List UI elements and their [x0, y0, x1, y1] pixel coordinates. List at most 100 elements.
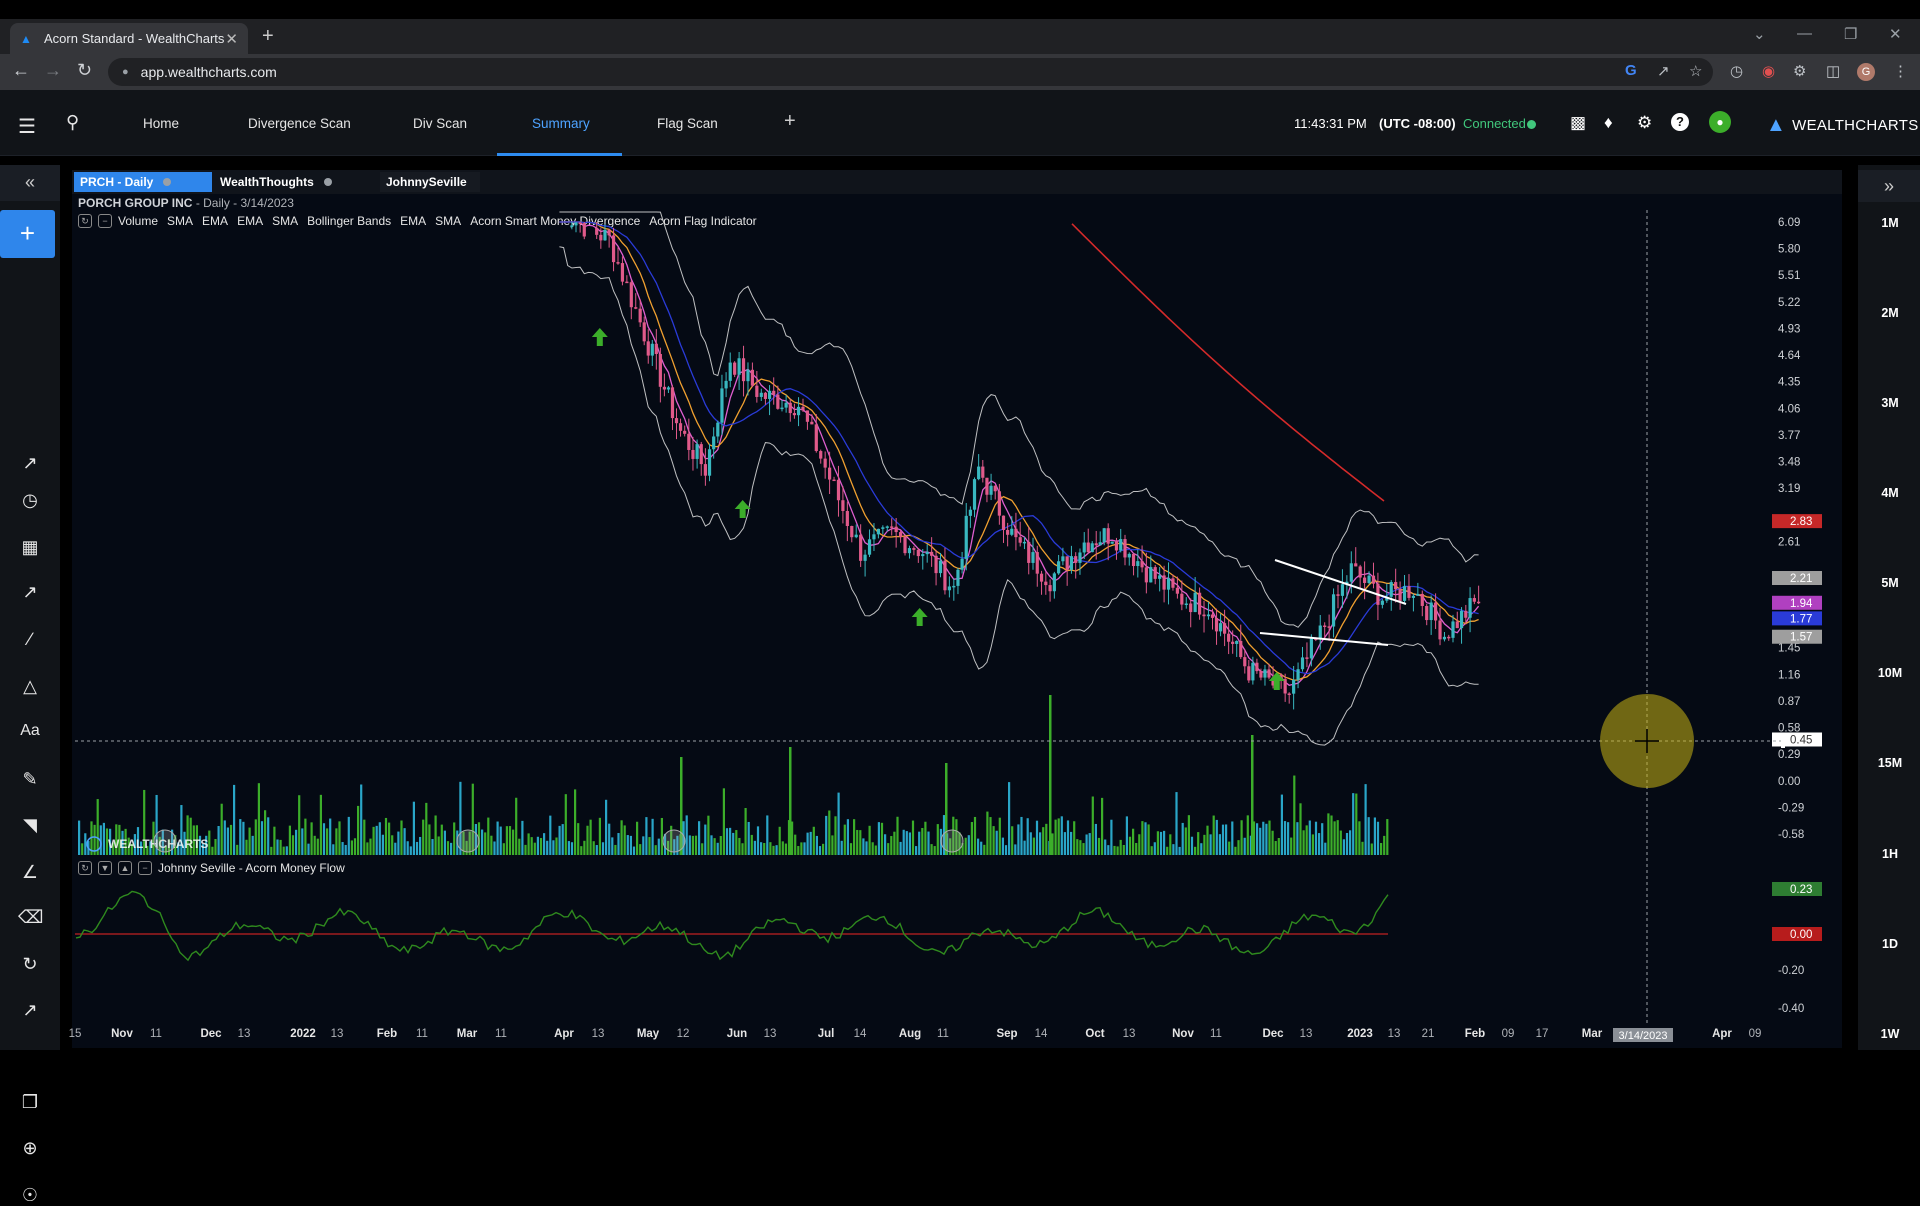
- timeframe-1m[interactable]: 1M: [1873, 216, 1907, 230]
- indicator-flag[interactable]: Acorn Flag Indicator: [649, 214, 756, 228]
- timezone[interactable]: (UTC -08:00): [1379, 116, 1456, 131]
- extension-clock-icon[interactable]: ◷: [1730, 62, 1743, 80]
- move-down-icon[interactable]: ▼: [98, 861, 112, 875]
- address-bar[interactable]: ● app.wealthcharts.com: [108, 58, 1713, 86]
- back-icon[interactable]: ←: [12, 60, 30, 81]
- new-tab-icon[interactable]: +: [262, 25, 274, 48]
- nav-tab-div-scan[interactable]: Div Scan: [413, 116, 467, 131]
- settings-gear-icon[interactable]: ⚙: [1637, 113, 1652, 133]
- money-flow-legend: ↻ ▼ ▲ − Johnny Seville - Acorn Money Flo…: [78, 861, 345, 875]
- bookmark-star-icon[interactable]: ☆: [1689, 62, 1702, 80]
- wealthcharts-favicon-icon: ▲: [20, 31, 32, 46]
- clock-icon[interactable]: ◷: [18, 490, 42, 511]
- bell-icon[interactable]: ♦: [1604, 113, 1613, 133]
- pencil-icon[interactable]: ✎: [18, 769, 42, 790]
- chart-tab-label: WealthThoughts: [220, 175, 314, 189]
- chrome-menu-icon[interactable]: ⋮: [1893, 62, 1908, 80]
- close-window-icon[interactable]: ✕: [1889, 25, 1902, 43]
- indicator-ema[interactable]: EMA: [202, 214, 228, 228]
- timeframe-1w[interactable]: 1W: [1873, 1027, 1907, 1041]
- browser-tab-strip: ▲ Acorn Standard - WealthCharts ✕ + ⌄ — …: [0, 19, 1920, 54]
- extension-badge-icon[interactable]: ◉: [1762, 62, 1775, 80]
- collapse-panel-icon[interactable]: −: [138, 861, 152, 875]
- help-icon[interactable]: ?: [1671, 113, 1689, 131]
- browser-tab[interactable]: ▲ Acorn Standard - WealthCharts ✕: [10, 23, 248, 54]
- search-icon[interactable]: ⚲: [66, 112, 79, 133]
- wealthcharts-logo-icon: ▲: [1766, 114, 1787, 136]
- indicator-sma[interactable]: SMA: [272, 214, 298, 228]
- add-button[interactable]: +: [0, 210, 55, 258]
- minimize-icon[interactable]: —: [1797, 25, 1812, 42]
- add-tab-icon[interactable]: +: [784, 110, 796, 133]
- timeframe-5m[interactable]: 5M: [1873, 576, 1907, 590]
- indicator-volume[interactable]: Volume: [118, 214, 158, 228]
- nav-tab-flag-scan[interactable]: Flag Scan: [657, 116, 718, 131]
- indicator-sma[interactable]: SMA: [435, 214, 461, 228]
- tab-search-chevron-icon[interactable]: ⌄: [1753, 25, 1766, 43]
- timeframe-10m[interactable]: 10M: [1873, 666, 1907, 680]
- extensions-puzzle-icon[interactable]: ⚙: [1793, 62, 1806, 80]
- save-icon[interactable]: ▩: [1570, 113, 1586, 133]
- calendar-icon[interactable]: ▦: [18, 537, 42, 558]
- text-tool-icon[interactable]: Aa: [18, 722, 42, 740]
- trash-icon[interactable]: ⌫: [18, 907, 43, 928]
- nav-tab-divergence-scan[interactable]: Divergence Scan: [248, 116, 351, 131]
- timeframe-toolbar: [1858, 165, 1920, 1050]
- tab-status-dot-icon: [323, 178, 332, 186]
- timeframe-2m[interactable]: 2M: [1873, 306, 1907, 320]
- indicator-smart-money-divergence[interactable]: Acorn Smart Money Divergence: [470, 214, 640, 228]
- line-tool-icon[interactable]: ∕: [18, 629, 42, 650]
- browser-toolbar: ← → ↻ ● app.wealthcharts.com G ↗ ☆ ◷ ◉ ⚙…: [0, 54, 1920, 90]
- crosshair-icon[interactable]: ⊕: [18, 1138, 42, 1159]
- indicator-ema[interactable]: EMA: [237, 214, 263, 228]
- refresh-icon[interactable]: ↻: [18, 954, 42, 975]
- trend-chart-icon[interactable]: ↗: [18, 453, 42, 474]
- indicator-ema[interactable]: EMA: [400, 214, 426, 228]
- profile-avatar[interactable]: G: [1857, 63, 1875, 81]
- nav-tab-summary[interactable]: Summary: [532, 116, 590, 131]
- acorn-icon[interactable]: ●: [1709, 111, 1731, 133]
- timeframe-15m[interactable]: 15M: [1873, 756, 1907, 770]
- reload-icon[interactable]: ↻: [77, 60, 92, 81]
- stock-name: PORCH GROUP INC: [78, 196, 193, 210]
- forward-icon[interactable]: →: [44, 60, 62, 81]
- timeframe-4m[interactable]: 4M: [1873, 486, 1907, 500]
- chart-panel[interactable]: [72, 170, 1842, 1048]
- timeframe-1d[interactable]: 1D: [1873, 937, 1907, 951]
- share-icon[interactable]: ↗: [1657, 62, 1670, 80]
- globe-icon[interactable]: ☉: [18, 1185, 42, 1206]
- indicators-icon[interactable]: ↗: [18, 1000, 42, 1021]
- nav-tab-home[interactable]: Home: [143, 116, 179, 131]
- google-icon[interactable]: G: [1625, 62, 1637, 79]
- side-panel-icon[interactable]: ◫: [1826, 62, 1840, 80]
- indicator-sma[interactable]: SMA: [167, 214, 193, 228]
- app-header: ☰ ⚲ Home Divergence Scan Div Scan Summar…: [0, 90, 1920, 156]
- bottom-strip: [0, 1050, 1920, 1080]
- timeframe-1h[interactable]: 1H: [1873, 847, 1907, 861]
- stock-detail: - Daily - 3/14/2023: [195, 196, 294, 210]
- ruler-icon[interactable]: ◥: [18, 815, 42, 836]
- angle-icon[interactable]: ∠: [18, 862, 42, 883]
- chart-tab-johnnyseville[interactable]: JohnnySeville: [380, 172, 480, 192]
- collapse-indicators-icon[interactable]: −: [98, 214, 112, 228]
- close-tab-icon[interactable]: ✕: [225, 30, 238, 48]
- shapes-icon[interactable]: △: [18, 676, 42, 697]
- restore-icon[interactable]: ❐: [1844, 25, 1857, 43]
- indicator-legend: ↻ − Volume SMA EMA EMA SMA Bollinger Ban…: [78, 214, 766, 228]
- collapse-left-icon[interactable]: «: [0, 165, 60, 201]
- collapse-right-icon[interactable]: »: [1858, 170, 1920, 202]
- indicator-toggle-icon[interactable]: ↻: [78, 861, 92, 875]
- chart-tab-wealththoughts[interactable]: WealthThoughts: [214, 172, 344, 192]
- hamburger-menu-icon[interactable]: ☰: [18, 114, 36, 139]
- layers-icon[interactable]: ❐: [18, 1092, 42, 1113]
- move-up-icon[interactable]: ▲: [118, 861, 132, 875]
- drawing-toolbar: ↗ ◷ ▦ ↗ ∕ △ Aa ✎ ◥ ∠ ⌫ ↻ ↗ ≓ ❐ ⊕ ☉: [0, 165, 60, 1205]
- indicator-bollinger-bands[interactable]: Bollinger Bands: [307, 214, 391, 228]
- brand-logo[interactable]: ▲ WEALTHCHARTS: [1766, 114, 1919, 137]
- money-flow-label[interactable]: Johnny Seville - Acorn Money Flow: [158, 861, 345, 875]
- chart-tab-prch-daily[interactable]: PRCH - Daily: [74, 172, 212, 192]
- timeframe-3m[interactable]: 3M: [1873, 396, 1907, 410]
- trend-line-icon[interactable]: ↗: [18, 582, 42, 603]
- connection-dot-icon: [1527, 120, 1536, 129]
- indicator-toggle-icon[interactable]: ↻: [78, 214, 92, 228]
